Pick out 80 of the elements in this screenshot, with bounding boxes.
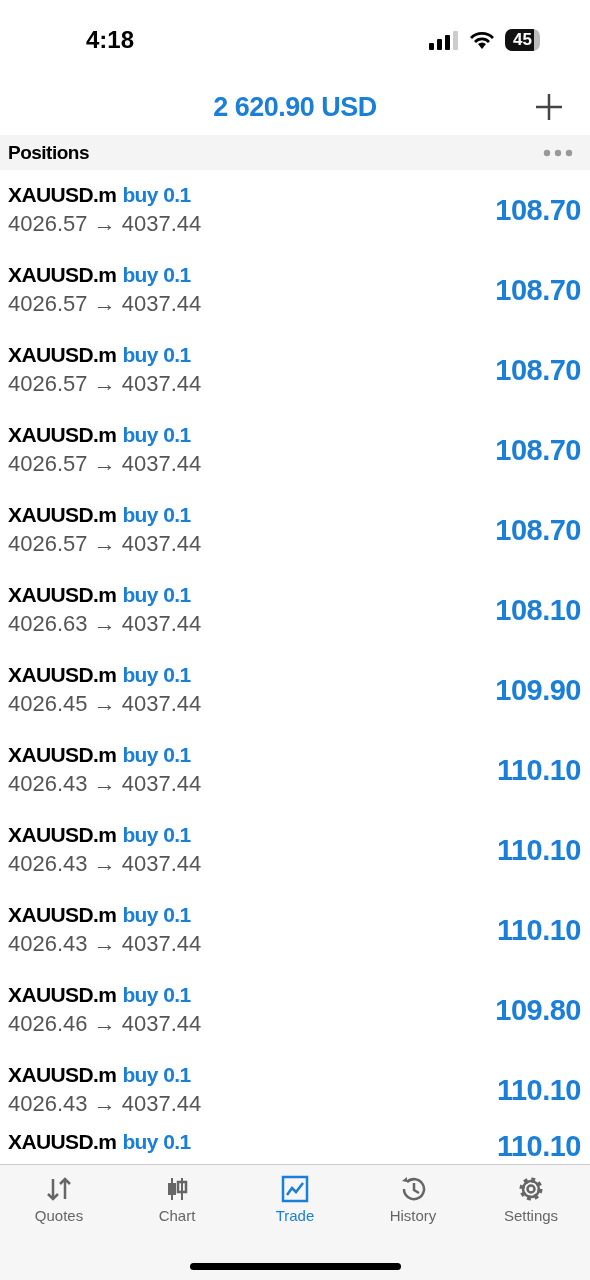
tab-button[interactable]: Quotes: [0, 1175, 118, 1224]
order-side: buy 0.1: [122, 1063, 191, 1087]
position-row[interactable]: XAUUSD.m buy 0.1 4026.45 → 4037.44 109.90: [0, 650, 590, 730]
tab-button[interactable]: History: [354, 1175, 472, 1224]
profit-value: 108.10: [495, 593, 581, 627]
arrows-icon: [45, 1175, 73, 1203]
price-range: 4026.57 → 4037.44: [8, 371, 203, 397]
symbol-label: XAUUSD.m: [8, 743, 117, 767]
position-row[interactable]: XAUUSD.m buy 0.1 4026.57 → 4037.44 108.70: [0, 170, 590, 250]
price-range: 4026.43 → 4037.44: [8, 771, 203, 797]
order-side: buy 0.1: [122, 903, 191, 927]
profit-value: 108.70: [495, 273, 581, 307]
symbol-label: XAUUSD.m: [8, 343, 117, 367]
position-row[interactable]: XAUUSD.m buy 0.1 4026.57 → 4037.44 108.70: [0, 250, 590, 330]
profit-value: 108.70: [495, 513, 581, 547]
price-range: 4026.57 → 4037.44: [8, 531, 203, 557]
symbol-label: XAUUSD.m: [8, 503, 117, 527]
order-side: buy 0.1: [122, 983, 191, 1007]
symbol-label: XAUUSD.m: [8, 903, 117, 927]
symbol-label: XAUUSD.m: [8, 583, 117, 607]
order-side: buy 0.1: [122, 1130, 191, 1154]
signal-icon: [429, 30, 460, 50]
price-range: 4026.63 → 4037.44: [8, 611, 203, 637]
profit-value: 110.10: [496, 753, 581, 787]
position-row[interactable]: XAUUSD.m buy 0.1 4026.43 → 4037.44 110.10: [0, 730, 590, 810]
position-row[interactable]: XAUUSD.m buy 0.1 4026.57 → 4037.44 108.70: [0, 490, 590, 570]
price-range: 4026.45 → 4037.44: [8, 691, 203, 717]
profit-value: 110.10: [496, 1073, 581, 1107]
tab-button[interactable]: Chart: [118, 1175, 236, 1224]
battery-icon: 45: [505, 29, 540, 51]
profit-value: 108.70: [495, 353, 581, 387]
profit-value: 108.70: [495, 433, 581, 467]
symbol-label: XAUUSD.m: [8, 1063, 117, 1087]
position-row[interactable]: XAUUSD.m buy 0.1 4026.43 → 4037.44 110.10: [0, 890, 590, 970]
profit-value: 110.10: [496, 913, 581, 947]
profit-value: 110.10: [496, 833, 581, 867]
order-side: buy 0.1: [122, 183, 191, 207]
symbol-label: XAUUSD.m: [8, 823, 117, 847]
position-row[interactable]: XAUUSD.m buy 0.1 4026.63 → 4037.44 108.10: [0, 570, 590, 650]
section-title: Positions: [8, 141, 89, 164]
position-row[interactable]: XAUUSD.m buy 0.1 4026.57 → 4037.44 108.70: [0, 330, 590, 410]
price-range: 4026.46 → 4037.44: [8, 1011, 203, 1037]
price-range: 4026.57 → 4037.44: [8, 211, 203, 237]
tab-button[interactable]: Settings: [472, 1175, 590, 1224]
symbol-label: XAUUSD.m: [8, 983, 117, 1007]
position-row[interactable]: XAUUSD.m buy 0.1 4026.57 → 4037.44 108.70: [0, 410, 590, 490]
order-side: buy 0.1: [122, 743, 191, 767]
symbol-label: XAUUSD.m: [8, 263, 117, 287]
order-side: buy 0.1: [122, 263, 191, 287]
position-row[interactable]: XAUUSD.m buy 0.1 110.10: [0, 1130, 590, 1164]
order-side: buy 0.1: [122, 583, 191, 607]
order-side: buy 0.1: [122, 423, 191, 447]
position-row[interactable]: XAUUSD.m buy 0.1 4026.46 → 4037.44 109.80: [0, 970, 590, 1050]
profit-value: 109.80: [495, 993, 581, 1027]
position-row[interactable]: XAUUSD.m buy 0.1 4026.43 → 4037.44 110.10: [0, 810, 590, 890]
symbol-label: XAUUSD.m: [8, 1130, 117, 1154]
tab-button[interactable]: Trade: [236, 1175, 354, 1224]
account-balance: 2 620.90 USD: [213, 92, 377, 123]
symbol-label: XAUUSD.m: [8, 423, 117, 447]
order-side: buy 0.1: [122, 823, 191, 847]
profit-value: 108.70: [495, 193, 581, 227]
price-range: 4026.43 → 4037.44: [8, 851, 203, 877]
profit-value: 110.10: [496, 1130, 581, 1163]
profit-value: 109.90: [495, 673, 581, 707]
price-range: 4026.43 → 4037.44: [8, 931, 203, 957]
more-icon[interactable]: [543, 148, 573, 157]
settings-icon: [517, 1175, 545, 1203]
price-range: 4026.57 → 4037.44: [8, 451, 203, 477]
add-icon[interactable]: [534, 92, 564, 122]
wifi-icon: [469, 30, 496, 50]
order-side: buy 0.1: [122, 343, 191, 367]
clock-time: 4:18: [86, 26, 136, 54]
symbol-label: XAUUSD.m: [8, 183, 117, 207]
position-row[interactable]: XAUUSD.m buy 0.1 4026.43 → 4037.44 110.10: [0, 1050, 590, 1130]
price-range: 4026.43 → 4037.44: [8, 1091, 203, 1117]
line-chart-icon: [281, 1175, 309, 1203]
price-range: 4026.57 → 4037.44: [8, 291, 203, 317]
order-side: buy 0.1: [122, 503, 191, 527]
symbol-label: XAUUSD.m: [8, 663, 117, 687]
order-side: buy 0.1: [122, 663, 191, 687]
